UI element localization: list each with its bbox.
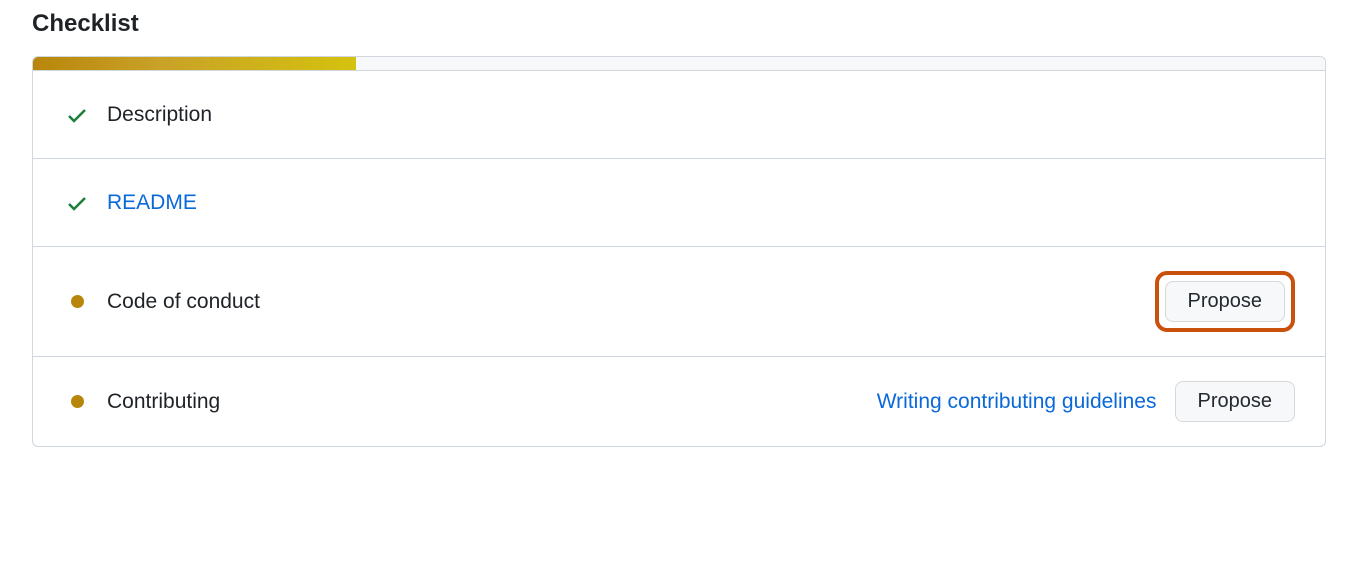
item-label-link[interactable]: README: [107, 191, 197, 215]
item-label: Description: [107, 103, 212, 127]
checklist-heading: Checklist: [32, 10, 1326, 38]
checklist-item-readme: README: [33, 159, 1325, 247]
checklist-item-description: Description: [33, 71, 1325, 159]
propose-button[interactable]: Propose: [1165, 281, 1286, 322]
checklist-container: Description README Code of conduct Propo…: [32, 56, 1326, 447]
highlight-frame: Propose: [1155, 271, 1296, 332]
pending-dot-icon: [63, 288, 91, 316]
check-icon: [63, 189, 91, 217]
item-label: Code of conduct: [107, 290, 260, 314]
progress-bar-fill: [33, 57, 356, 70]
propose-button[interactable]: Propose: [1175, 381, 1296, 422]
checklist-item-code-of-conduct: Code of conduct Propose: [33, 247, 1325, 357]
help-link[interactable]: Writing contributing guidelines: [877, 390, 1157, 414]
check-icon: [63, 101, 91, 129]
checklist-item-contributing: Contributing Writing contributing guidel…: [33, 357, 1325, 446]
pending-dot-icon: [63, 388, 91, 416]
progress-bar: [33, 57, 1325, 71]
item-label: Contributing: [107, 390, 220, 414]
